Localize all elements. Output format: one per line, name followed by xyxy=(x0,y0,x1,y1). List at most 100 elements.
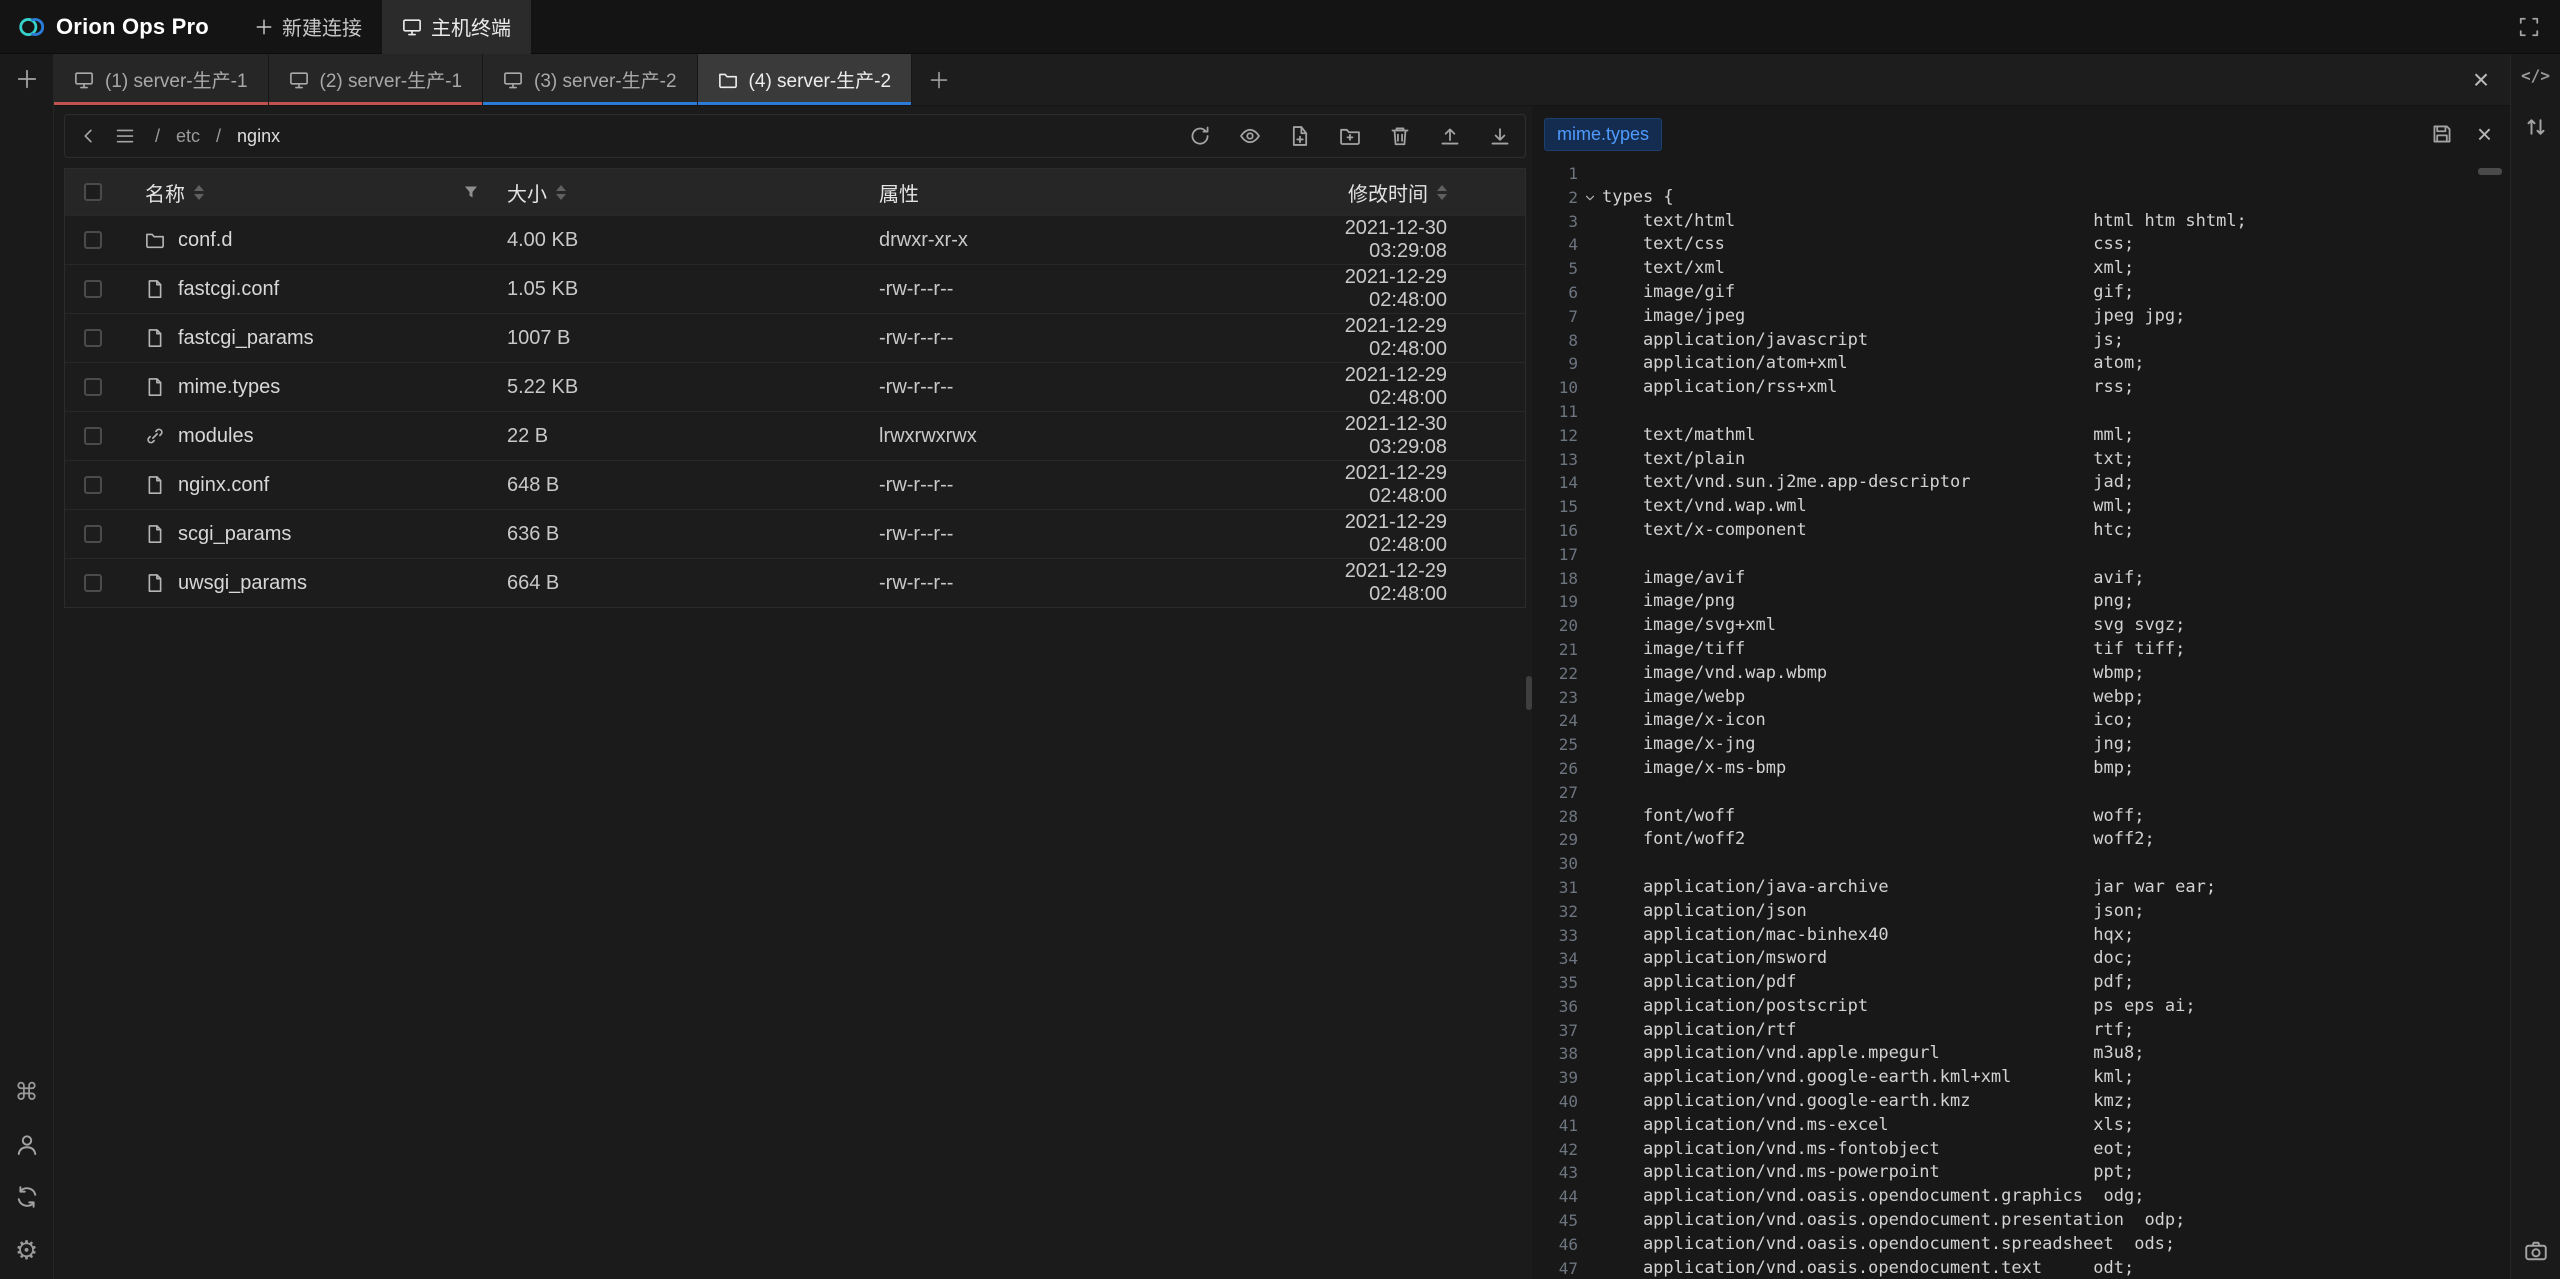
sidebar-add-button[interactable] xyxy=(16,68,38,90)
fullscreen-button[interactable] xyxy=(2498,0,2560,54)
settings-button[interactable]: ⚙ xyxy=(15,1237,38,1263)
column-header-size: 大小 xyxy=(507,178,547,207)
row-checkbox[interactable] xyxy=(84,476,102,494)
editor-file-tab[interactable]: mime.types xyxy=(1544,118,1662,151)
fold-chevron-icon[interactable] xyxy=(1578,186,1602,210)
upload-icon xyxy=(1439,125,1461,147)
screenshot-button[interactable] xyxy=(2524,1239,2548,1263)
host-terminal-menu[interactable]: 主机终端 xyxy=(382,0,531,54)
sort-size-button[interactable] xyxy=(556,185,566,200)
download-button[interactable] xyxy=(1489,125,1511,147)
app-title: Orion Ops Pro xyxy=(56,14,209,40)
table-row[interactable]: modules22 Blrwxrwxrwx2021-12-30 03:29:08 xyxy=(65,411,1525,460)
path-list-button[interactable] xyxy=(115,126,135,146)
file-name: uwsgi_params xyxy=(178,572,307,595)
camera-icon xyxy=(2524,1239,2548,1263)
file-attr: -rw-r--r-- xyxy=(871,523,1266,546)
breadcrumb-item[interactable]: etc xyxy=(176,126,200,147)
row-checkbox[interactable] xyxy=(84,378,102,396)
code-text: application/vnd.oasis.opendocument.sprea… xyxy=(1602,1233,2175,1257)
code-editor[interactable]: 12types {3 text/html html htm shtml;4 te… xyxy=(1532,162,2510,1279)
fold-gutter xyxy=(1578,448,1602,472)
fold-gutter xyxy=(1578,1138,1602,1162)
download-icon xyxy=(1489,125,1511,147)
file-icon xyxy=(145,279,165,299)
upload-button[interactable] xyxy=(1439,125,1461,147)
new-folder-button[interactable] xyxy=(1339,125,1361,147)
code-line: 17 xyxy=(1532,543,2510,567)
filter-button[interactable] xyxy=(463,184,479,200)
select-all-checkbox[interactable] xyxy=(84,183,102,201)
terminal-icon xyxy=(74,70,94,90)
refresh-button[interactable] xyxy=(1189,125,1211,147)
code-line: 7 image/jpeg jpeg jpg; xyxy=(1532,305,2510,329)
fold-gutter xyxy=(1578,805,1602,829)
fold-gutter xyxy=(1578,257,1602,281)
row-checkbox[interactable] xyxy=(84,525,102,543)
user-button[interactable] xyxy=(15,1133,39,1157)
breadcrumb-item[interactable]: nginx xyxy=(237,126,280,147)
code-text: application/vnd.ms-fontobject eot; xyxy=(1602,1138,2134,1162)
sort-mtime-button[interactable] xyxy=(1437,185,1447,200)
delete-button[interactable] xyxy=(1389,125,1411,147)
close-terminal-button[interactable]: × xyxy=(2452,54,2510,105)
add-tab-button[interactable] xyxy=(912,54,966,105)
table-row[interactable]: mime.types5.22 KB-rw-r--r--2021-12-29 02… xyxy=(65,362,1525,411)
table-row[interactable]: nginx.conf648 B-rw-r--r--2021-12-29 02:4… xyxy=(65,460,1525,509)
code-text: text/html html htm shtml; xyxy=(1602,210,2247,234)
code-line: 40 application/vnd.google-earth.kmz kmz; xyxy=(1532,1090,2510,1114)
row-checkbox[interactable] xyxy=(84,280,102,298)
code-text: application/vnd.google-earth.kml+xml kml… xyxy=(1602,1066,2134,1090)
sync-button[interactable] xyxy=(15,1185,39,1209)
save-button[interactable] xyxy=(2431,123,2453,145)
terminal-tab[interactable]: (2) server-生产-1 xyxy=(269,54,484,105)
code-text: text/vnd.sun.j2me.app-descriptor jad; xyxy=(1602,471,2134,495)
code-line: 3 text/html html htm shtml; xyxy=(1532,210,2510,234)
file-attr: -rw-r--r-- xyxy=(871,327,1266,350)
commands-button[interactable]: ⌘ xyxy=(15,1081,39,1105)
line-number: 47 xyxy=(1532,1257,1578,1279)
terminal-tab[interactable]: (1) server-生产-1 xyxy=(54,54,269,105)
table-row[interactable]: fastcgi_params1007 B-rw-r--r--2021-12-29… xyxy=(65,313,1525,362)
terminal-icon xyxy=(289,70,309,90)
terminal-tab[interactable]: (3) server-生产-2 xyxy=(483,54,698,105)
plus-icon xyxy=(16,68,38,90)
line-number: 42 xyxy=(1532,1138,1578,1162)
eye-icon xyxy=(1239,125,1261,147)
new-file-button[interactable] xyxy=(1289,125,1311,147)
fold-gutter xyxy=(1578,995,1602,1019)
new-connection-button[interactable]: 新建连接 xyxy=(235,0,382,54)
link-icon xyxy=(145,426,165,446)
table-row[interactable]: uwsgi_params664 B-rw-r--r--2021-12-29 02… xyxy=(65,558,1525,607)
table-row[interactable]: fastcgi.conf1.05 KB-rw-r--r--2021-12-29 … xyxy=(65,264,1525,313)
line-number: 41 xyxy=(1532,1114,1578,1138)
fold-gutter xyxy=(1578,210,1602,234)
toggle-hidden-files-button[interactable] xyxy=(1239,125,1261,147)
fold-gutter xyxy=(1578,828,1602,852)
row-checkbox[interactable] xyxy=(84,574,102,592)
fold-gutter xyxy=(1578,614,1602,638)
terminal-tab[interactable]: (4) server-生产-2 xyxy=(698,54,913,105)
table-row[interactable]: conf.d4.00 KBdrwxr-xr-x2021-12-30 03:29:… xyxy=(65,215,1525,264)
file-size: 1.05 KB xyxy=(501,278,871,301)
editor-scrollbar[interactable] xyxy=(2478,168,2502,175)
row-checkbox[interactable] xyxy=(84,231,102,249)
file-table: 名称 大小 属性 修改 xyxy=(64,168,1526,608)
code-line: 21 image/tiff tif tiff; xyxy=(1532,638,2510,662)
code-line: 30 xyxy=(1532,852,2510,876)
content-row: /etc/nginx xyxy=(54,106,2510,1279)
code-text: application/vnd.google-earth.kmz kmz; xyxy=(1602,1090,2134,1114)
code-line: 36 application/postscript ps eps ai; xyxy=(1532,995,2510,1019)
gear-icon: ⚙ xyxy=(15,1237,38,1263)
code-line: 4 text/css css; xyxy=(1532,233,2510,257)
swap-panels-button[interactable] xyxy=(2524,115,2548,139)
code-line: 43 application/vnd.ms-powerpoint ppt; xyxy=(1532,1161,2510,1185)
sort-name-button[interactable] xyxy=(194,185,204,200)
code-view-button[interactable]: </> xyxy=(2521,66,2550,85)
table-row[interactable]: scgi_params636 B-rw-r--r--2021-12-29 02:… xyxy=(65,509,1525,558)
editor-close-button[interactable]: × xyxy=(2477,121,2492,147)
back-button[interactable] xyxy=(79,126,99,146)
file-table-body: conf.d4.00 KBdrwxr-xr-x2021-12-30 03:29:… xyxy=(65,215,1525,607)
row-checkbox[interactable] xyxy=(84,427,102,445)
row-checkbox[interactable] xyxy=(84,329,102,347)
